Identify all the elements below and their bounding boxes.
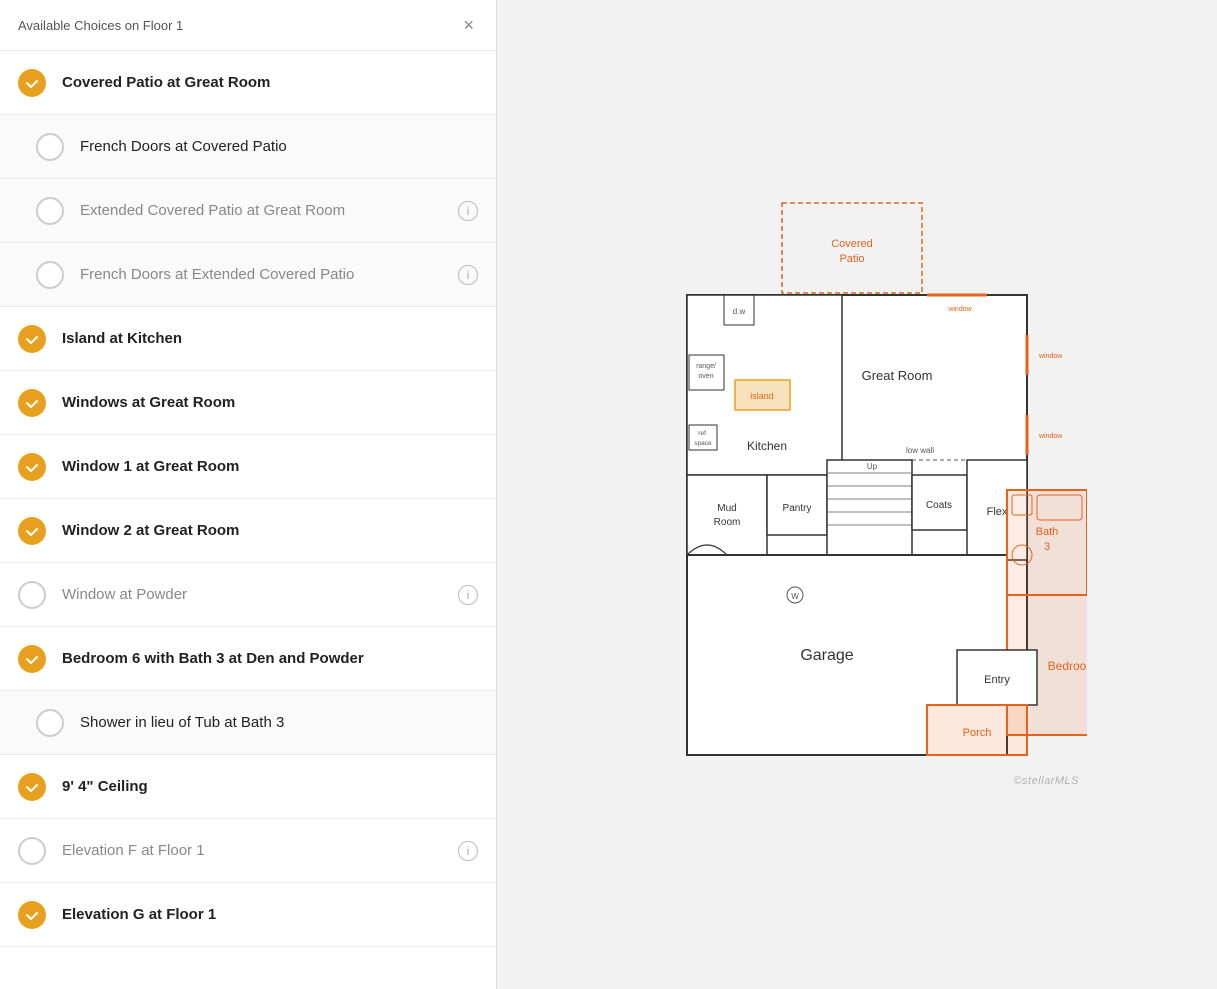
svg-text:ref.: ref.: [698, 430, 708, 437]
unchecked-icon: [18, 581, 46, 609]
choice-label-window2-great-room: Window 2 at Great Room: [62, 522, 478, 539]
svg-text:window: window: [1038, 433, 1063, 440]
svg-text:Covered: Covered: [831, 238, 873, 250]
panel-title: Available Choices on Floor 1: [18, 18, 183, 33]
svg-text:window: window: [1038, 353, 1063, 360]
choice-item-elevation-f[interactable]: Elevation F at Floor 1 i: [0, 819, 496, 883]
svg-text:3: 3: [1044, 541, 1050, 553]
checked-icon: [18, 69, 46, 97]
unchecked-icon: [36, 197, 64, 225]
choice-label-covered-patio: Covered Patio at Great Room: [62, 74, 478, 91]
choice-item-extended-covered-patio[interactable]: Extended Covered Patio at Great Room i: [0, 179, 496, 243]
checked-icon: [18, 325, 46, 353]
unchecked-icon: [36, 261, 64, 289]
checked-icon: [18, 453, 46, 481]
choice-item-window-powder[interactable]: Window at Powder i: [0, 563, 496, 627]
svg-text:oven: oven: [698, 373, 713, 380]
choice-label-bedroom6-bath3: Bedroom 6 with Bath 3 at Den and Powder: [62, 650, 478, 667]
svg-text:Garage: Garage: [800, 647, 853, 664]
svg-text:Coats: Coats: [926, 500, 952, 511]
choice-item-island-kitchen[interactable]: Island at Kitchen: [0, 307, 496, 371]
svg-text:window: window: [947, 306, 972, 313]
choice-label-french-doors-covered: French Doors at Covered Patio: [80, 138, 478, 155]
choice-label-elevation-g: Elevation G at Floor 1: [62, 906, 478, 923]
choice-item-ceiling[interactable]: 9' 4" Ceiling: [0, 755, 496, 819]
choice-label-french-doors-extended: French Doors at Extended Covered Patio: [80, 266, 450, 283]
svg-text:range/: range/: [696, 363, 716, 370]
floorplan-svg: Covered Patio Great Room Kitchen island …: [627, 195, 1087, 795]
choice-label-extended-covered-patio: Extended Covered Patio at Great Room: [80, 202, 450, 219]
info-icon-window-powder[interactable]: i: [458, 585, 478, 605]
floorplan-panel: Covered Patio Great Room Kitchen island …: [497, 0, 1217, 989]
choice-label-window1-great-room: Window 1 at Great Room: [62, 458, 478, 475]
watermark: ©stellarMLS: [1013, 775, 1079, 787]
floorplan-container: Covered Patio Great Room Kitchen island …: [627, 195, 1087, 795]
svg-text:W: W: [791, 592, 799, 601]
svg-text:Great Room: Great Room: [862, 368, 933, 383]
svg-text:Up: Up: [867, 462, 878, 471]
svg-text:Kitchen: Kitchen: [747, 439, 787, 453]
svg-text:Patio: Patio: [839, 253, 864, 265]
unchecked-icon: [36, 709, 64, 737]
choice-item-french-doors-covered[interactable]: French Doors at Covered Patio: [0, 115, 496, 179]
unchecked-icon: [36, 133, 64, 161]
checked-icon: [18, 517, 46, 545]
svg-text:Bath: Bath: [1036, 526, 1059, 538]
svg-text:Entry: Entry: [984, 674, 1010, 686]
choice-item-french-doors-extended[interactable]: French Doors at Extended Covered Patio i: [0, 243, 496, 307]
svg-text:Room: Room: [714, 517, 741, 528]
choice-label-elevation-f: Elevation F at Floor 1: [62, 842, 450, 859]
svg-text:island: island: [750, 391, 774, 401]
choice-label-island-kitchen: Island at Kitchen: [62, 330, 478, 347]
svg-text:Pantry: Pantry: [783, 503, 812, 514]
svg-text:Mud: Mud: [717, 503, 736, 514]
svg-text:low wall: low wall: [906, 446, 934, 455]
checked-icon: [18, 389, 46, 417]
svg-text:Bedroom 6: Bedroom 6: [1048, 659, 1087, 673]
choice-item-shower-tub[interactable]: Shower in lieu of Tub at Bath 3: [0, 691, 496, 755]
choice-item-windows-great-room[interactable]: Windows at Great Room: [0, 371, 496, 435]
checked-icon: [18, 901, 46, 929]
choice-label-ceiling: 9' 4" Ceiling: [62, 778, 478, 795]
choice-label-window-powder: Window at Powder: [62, 586, 450, 603]
choice-label-shower-tub: Shower in lieu of Tub at Bath 3: [80, 714, 478, 731]
checked-icon: [18, 773, 46, 801]
svg-text:Flex: Flex: [987, 506, 1008, 518]
choices-panel: Available Choices on Floor 1 × Covered P…: [0, 0, 497, 989]
panel-header: Available Choices on Floor 1 ×: [0, 0, 496, 51]
checked-icon: [18, 645, 46, 673]
choice-item-window2-great-room[interactable]: Window 2 at Great Room: [0, 499, 496, 563]
close-button[interactable]: ×: [459, 14, 478, 36]
svg-text:space: space: [694, 440, 712, 447]
choice-label-windows-great-room: Windows at Great Room: [62, 394, 478, 411]
choice-item-covered-patio[interactable]: Covered Patio at Great Room: [0, 51, 496, 115]
choice-item-bedroom6-bath3[interactable]: Bedroom 6 with Bath 3 at Den and Powder: [0, 627, 496, 691]
choice-item-elevation-g[interactable]: Elevation G at Floor 1: [0, 883, 496, 947]
choice-item-window1-great-room[interactable]: Window 1 at Great Room: [0, 435, 496, 499]
svg-text:d.w: d.w: [733, 307, 746, 316]
info-icon-extended-covered-patio[interactable]: i: [458, 201, 478, 221]
svg-text:Porch: Porch: [963, 727, 992, 739]
unchecked-icon: [18, 837, 46, 865]
choices-list: Covered Patio at Great Room French Doors …: [0, 51, 496, 947]
info-icon-elevation-f[interactable]: i: [458, 841, 478, 861]
info-icon-french-doors-extended[interactable]: i: [458, 265, 478, 285]
